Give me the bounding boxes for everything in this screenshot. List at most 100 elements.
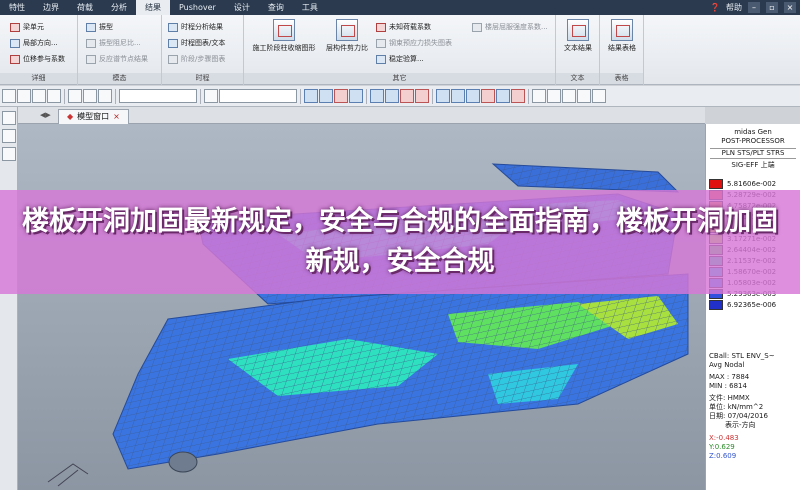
toolbar-button-icon[interactable]	[436, 89, 450, 103]
legend-info-5: 单位: kN/mm^2	[709, 403, 764, 411]
legend-info: CBall: STL ENV_S~ Avg Nodal MAX : 7884 M…	[709, 352, 775, 461]
toolbar-button-icon[interactable]	[349, 89, 363, 103]
legend-header-1: midas Gen	[734, 128, 772, 136]
legend-value: 5.81606e-002	[727, 179, 777, 188]
toolbar-button-icon[interactable]	[562, 89, 576, 103]
toolbar-button-icon[interactable]	[304, 89, 318, 103]
menu-item[interactable]: 特性	[0, 0, 34, 15]
ribbon-item-result-table[interactable]: 结果表格	[600, 19, 644, 53]
toolbar-button-icon[interactable]	[592, 89, 606, 103]
menu-item[interactable]: 边界	[34, 0, 68, 15]
fe-model-contour	[47, 163, 689, 487]
stage-chart-icon	[168, 54, 178, 64]
toolbar-button-icon[interactable]	[17, 89, 31, 103]
contour-legend-panel: midas Gen POST-PROCESSOR PLN STS/PLT STR…	[705, 124, 800, 490]
ribbon-item-spectrum-node-result[interactable]: 反应谱节点结果	[86, 54, 148, 64]
ribbon-item-stage-chart[interactable]: 阶段/步骤图表	[168, 54, 225, 64]
toolbar-button-icon[interactable]	[577, 89, 591, 103]
ribbon-item-story-shear-ratio[interactable]: 层构件剪力比	[322, 19, 372, 53]
toolbar-dropdown[interactable]	[119, 89, 197, 103]
toolbar-button-icon[interactable]	[319, 89, 333, 103]
column-base	[168, 451, 198, 473]
toolbar-button-icon[interactable]	[511, 89, 525, 103]
minimize-icon[interactable]: –	[748, 2, 760, 13]
toolbar-separator	[366, 88, 367, 104]
damping-ratio-icon	[86, 38, 96, 48]
stability-check-icon	[376, 54, 386, 64]
ribbon-item-unknown-load[interactable]: 未知荷载系数	[376, 22, 431, 32]
slab-body-mesh	[113, 274, 688, 469]
left-tool-2-icon[interactable]	[2, 129, 16, 143]
tab-scroll-arrows-icon[interactable]: ◀▶	[40, 111, 51, 119]
menu-item[interactable]: 设计	[225, 0, 259, 15]
toolbar-button-icon[interactable]	[98, 89, 112, 103]
toolbar-button-icon[interactable]	[83, 89, 97, 103]
ribbon-group-title-time-history: 时程	[162, 73, 243, 84]
menu-item[interactable]: 分析	[102, 0, 136, 15]
toolbar-button-icon[interactable]	[496, 89, 510, 103]
toolbar-button-icon[interactable]	[400, 89, 414, 103]
toolbar-dropdown[interactable]	[219, 89, 297, 103]
toolbar-button-icon[interactable]	[547, 89, 561, 103]
ribbon-item-tendon-loss[interactable]: 钢束预应力损失图表	[376, 38, 452, 48]
legend-info-7: 表示-方向	[725, 421, 756, 429]
menu-bar: 特性 边界 荷载 分析 结果 Pushover 设计 查询 工具 ❓ 帮助 – ▫ ×	[0, 0, 800, 15]
midas-gen-window: 特性 边界 荷载 分析 结果 Pushover 设计 查询 工具 ❓ 帮助 – ▫ × 梁单元 …	[0, 0, 800, 490]
unknown-load-icon	[376, 22, 386, 32]
ribbon-group-title-table: 表格	[600, 73, 643, 84]
ribbon-item-displacement-factor[interactable]: 位移参与系数	[10, 54, 65, 64]
left-toolstrip	[0, 107, 18, 490]
ribbon-item-th-chart-text[interactable]: 时程图表/文本	[168, 38, 225, 48]
menu-item[interactable]: Pushover	[170, 0, 225, 15]
toolbar-button-icon[interactable]	[204, 89, 218, 103]
ribbon-item-column-shortening[interactable]: 施工阶段柱收缩图形	[248, 19, 320, 53]
legend-row: 5.81606e-002	[709, 178, 776, 189]
left-tool-3-icon[interactable]	[2, 147, 16, 161]
ribbon-group-title-detail: 详细	[0, 73, 77, 84]
toolbar-button-icon[interactable]	[47, 89, 61, 103]
toolbar-button-icon[interactable]	[334, 89, 348, 103]
story-yield-icon	[472, 22, 482, 32]
ribbon-item-story-yield[interactable]: 楼层屈服强度系数...	[472, 22, 548, 32]
text-result-icon	[567, 19, 589, 41]
model-viewport[interactable]	[18, 124, 705, 490]
menu-item[interactable]: 查询	[259, 0, 293, 15]
ribbon-item-stability-check[interactable]: 稳定验算...	[376, 54, 424, 64]
toolbar-button-icon[interactable]	[481, 89, 495, 103]
menu-item[interactable]: 工具	[293, 0, 327, 15]
toolbar-button-icon[interactable]	[415, 89, 429, 103]
ribbon-group-modal: 振型 振型阻尼比... 反应谱节点结果 模态	[78, 15, 162, 85]
toolbar-button-icon[interactable]	[68, 89, 82, 103]
help-icon[interactable]: ❓	[710, 3, 720, 12]
restore-icon[interactable]: ▫	[766, 2, 778, 13]
ribbon-item-damping-ratio[interactable]: 振型阻尼比...	[86, 38, 141, 48]
toolbar-separator	[300, 88, 301, 104]
result-table-icon	[611, 19, 633, 41]
toolbar-separator	[200, 88, 201, 104]
legend-swatch	[709, 178, 723, 189]
tab-close-icon[interactable]: ×	[113, 110, 120, 124]
toolbar-button-icon[interactable]	[32, 89, 46, 103]
left-tool-1-icon[interactable]	[2, 111, 16, 125]
ribbon-item-beam-element[interactable]: 梁单元	[10, 22, 44, 32]
toolbar-button-icon[interactable]	[385, 89, 399, 103]
view-toolbar	[0, 86, 800, 107]
menubar-right: ❓ 帮助 – ▫ ×	[710, 2, 800, 13]
story-shear-icon	[336, 19, 358, 41]
toolbar-button-icon[interactable]	[466, 89, 480, 103]
toolbar-button-icon[interactable]	[451, 89, 465, 103]
ribbon-item-text-result[interactable]: 文本结果	[556, 19, 600, 53]
toolbar-button-icon[interactable]	[532, 89, 546, 103]
help-label[interactable]: 帮助	[726, 2, 742, 13]
toolbar-button-icon[interactable]	[2, 89, 16, 103]
ribbon-item-mode-shape[interactable]: 振型	[86, 22, 113, 32]
tendon-loss-icon	[376, 38, 386, 48]
ribbon-item-th-result[interactable]: 时程分析结果	[168, 22, 223, 32]
menu-item[interactable]: 结果	[136, 0, 170, 15]
toolbar-button-icon[interactable]	[370, 89, 384, 103]
menu-item[interactable]: 荷载	[68, 0, 102, 15]
ribbon-item-local-direction[interactable]: 局部方向...	[10, 38, 58, 48]
close-icon[interactable]: ×	[784, 2, 796, 13]
tab-model-window[interactable]: ◆ 模型窗口 ×	[58, 109, 129, 124]
mode-shape-icon	[86, 22, 96, 32]
